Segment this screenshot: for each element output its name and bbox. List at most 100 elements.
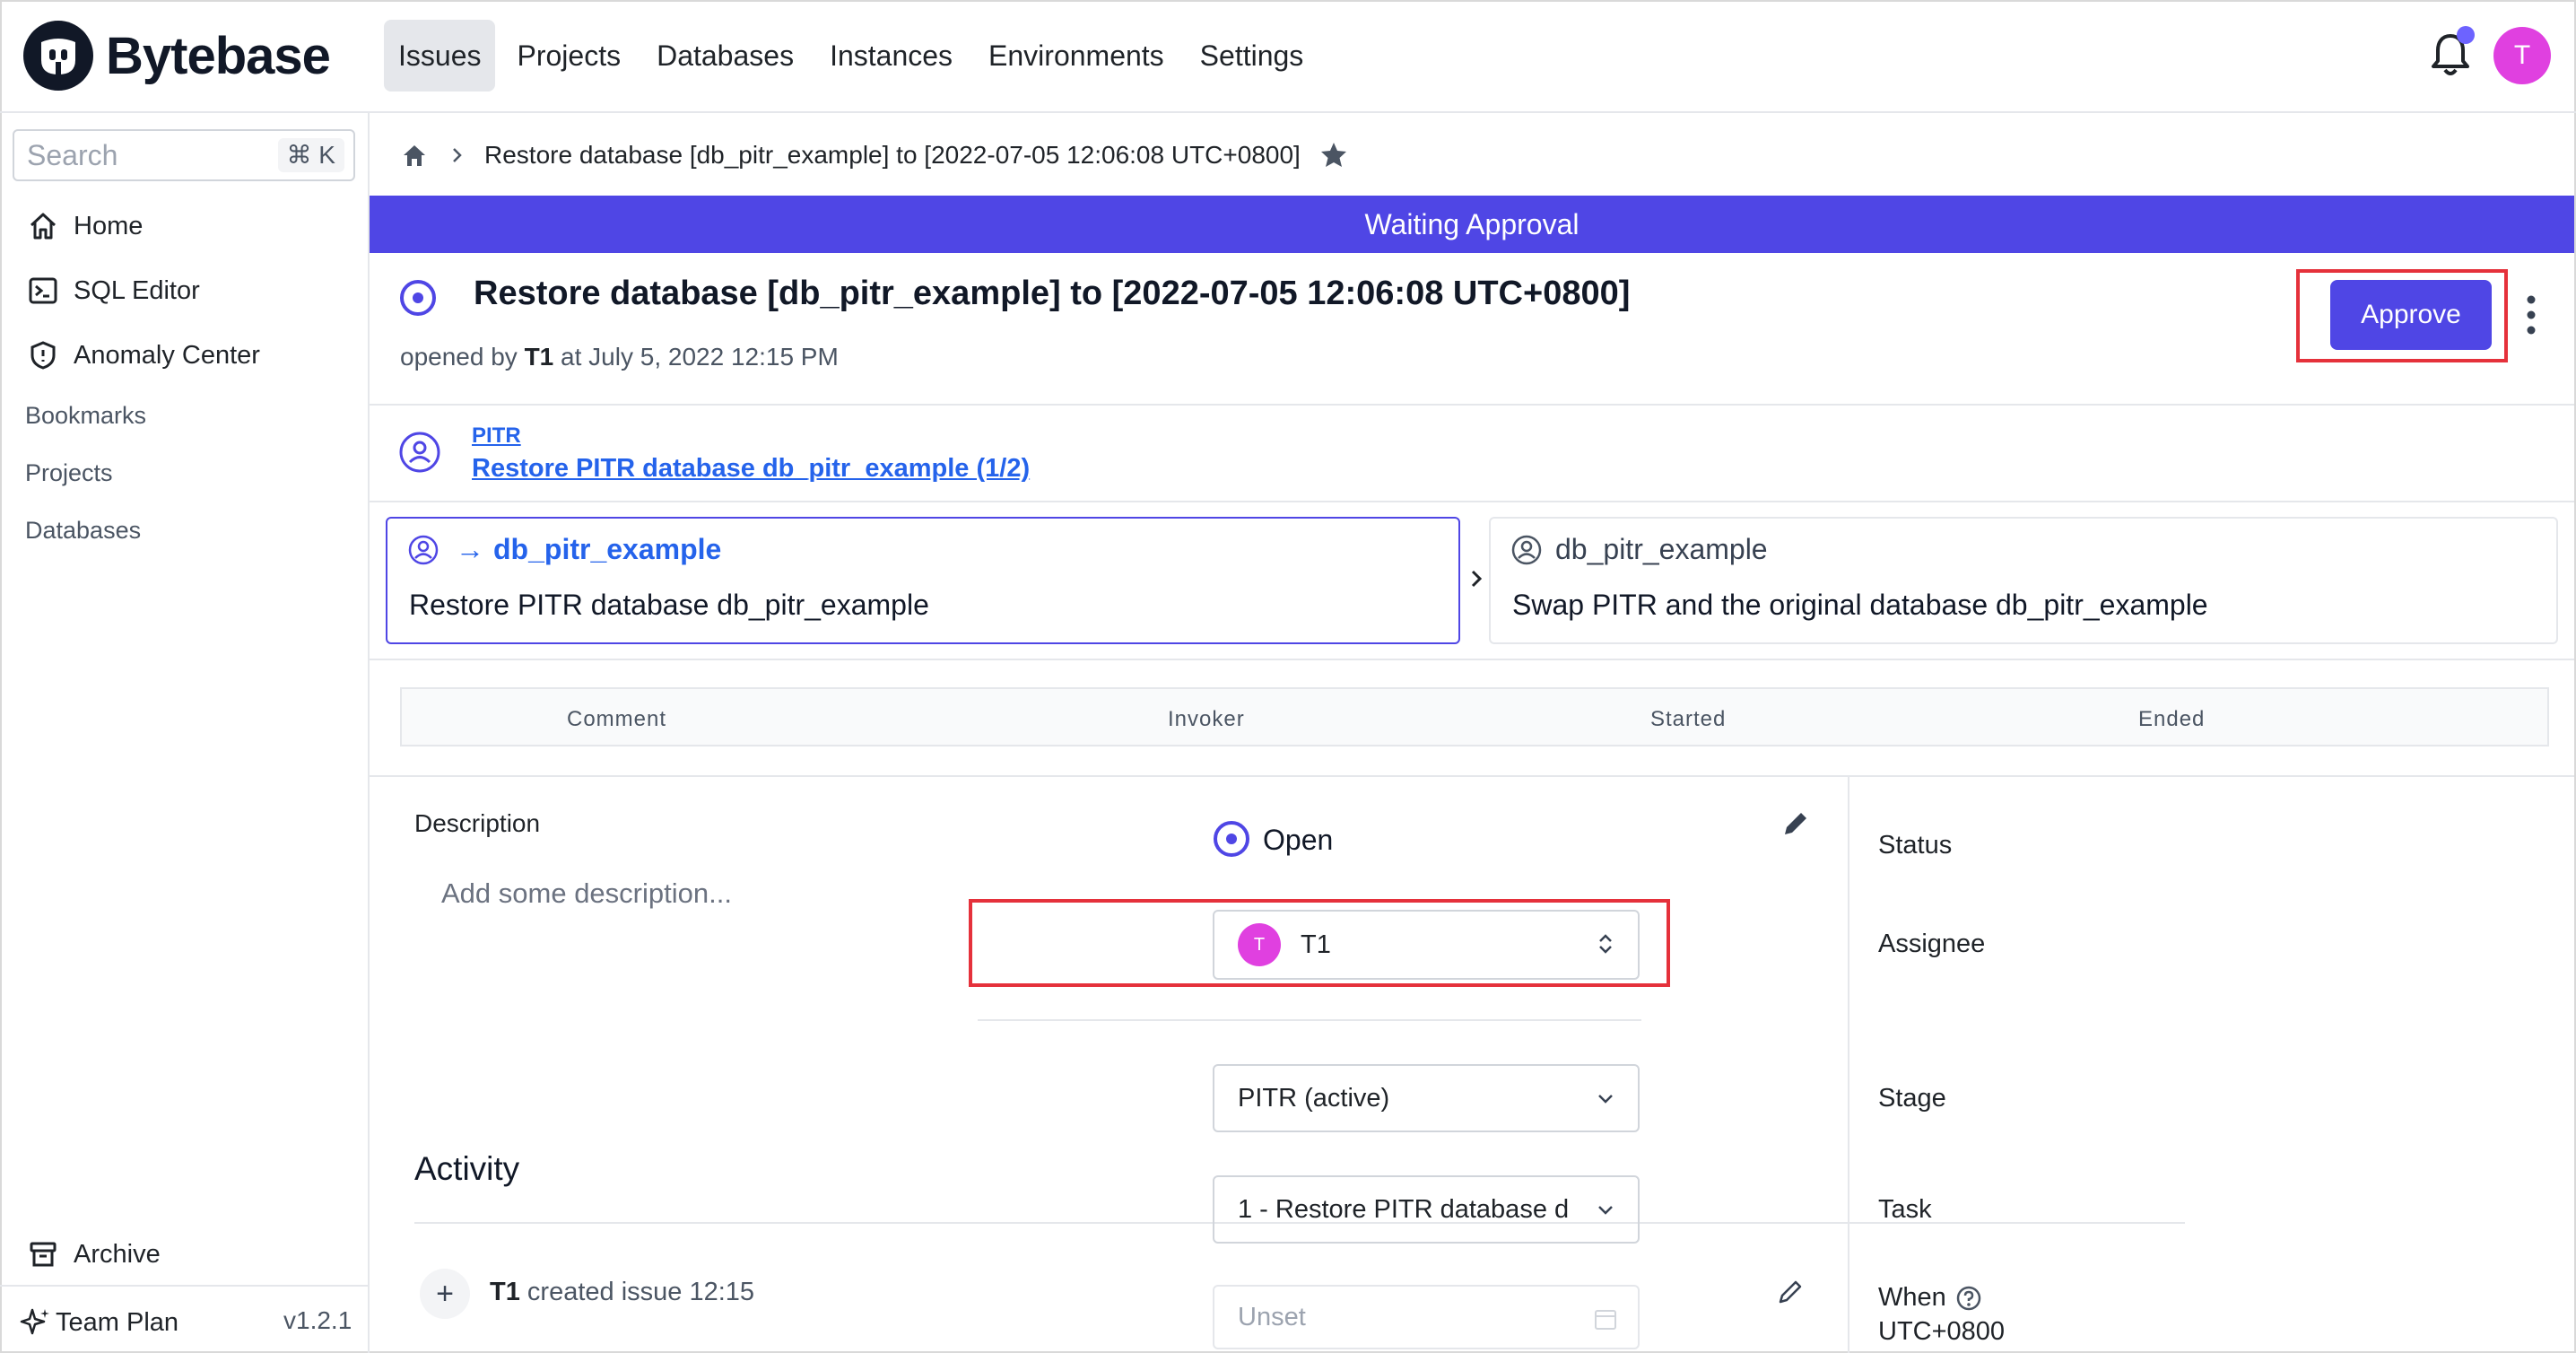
activity-text: created issue 12:15 <box>527 1278 755 1306</box>
calendar-icon <box>1595 1310 1616 1330</box>
nav-instances[interactable]: Instances <box>815 20 967 92</box>
column-invoker: Invoker <box>1168 707 1245 731</box>
sidebar-item-home[interactable]: Home <box>25 208 143 244</box>
version-label: v1.2.1 <box>283 1306 352 1334</box>
sidebar-section-databases[interactable]: Databases <box>25 517 141 545</box>
sidebar-item-label: Home <box>74 211 144 240</box>
shield-icon <box>25 337 61 373</box>
nav-environments[interactable]: Environments <box>974 20 1179 92</box>
approve-button[interactable]: Approve <box>2330 280 2492 350</box>
chevron-right-icon <box>1471 570 1483 588</box>
assignee-avatar: T <box>1238 923 1281 966</box>
activity-plus-icon: + <box>420 1269 470 1319</box>
user-circle-icon <box>408 535 439 564</box>
sidebar-divider <box>0 1285 370 1287</box>
chevron-down-icon <box>1598 1095 1613 1104</box>
breadcrumb-current: Restore database [db_pitr_example] to [2… <box>484 141 1301 169</box>
stage-link[interactable]: PITR <box>472 423 521 449</box>
activity-entry: T1 created issue 12:15 <box>490 1278 754 1307</box>
assignee-select[interactable]: T T1 <box>1213 910 1640 980</box>
user-circle-icon <box>1511 535 1542 564</box>
activity-user[interactable]: T1 <box>490 1278 520 1306</box>
user-avatar[interactable]: T <box>2493 27 2551 84</box>
issue-status-icon <box>400 280 436 316</box>
nav-projects[interactable]: Projects <box>502 20 635 92</box>
task-card-swap[interactable]: db_pitr_example Swap PITR and the origin… <box>1489 517 2558 644</box>
home-icon[interactable] <box>400 141 429 170</box>
when-label-row: When <box>1878 1283 1982 1313</box>
stage-value: PITR (active) <box>1238 1083 1390 1113</box>
when-label: When <box>1878 1283 1946 1312</box>
status-value: Open <box>1263 824 1334 856</box>
header-divider <box>370 404 2574 406</box>
details-divider <box>978 1019 1641 1021</box>
stage-label: Stage <box>1878 1084 1946 1113</box>
task-description: Swap PITR and the original database db_p… <box>1512 589 2208 621</box>
task-description: Restore PITR database db_pitr_example <box>409 589 929 621</box>
activity-title: Activity <box>414 1150 520 1187</box>
sidebar-item-label: Anomaly Center <box>74 340 260 370</box>
task-divider <box>370 659 2574 660</box>
sidebar-item-sql-editor[interactable]: SQL Editor <box>25 273 200 309</box>
main-nav: Issues Projects Databases Instances Envi… <box>384 20 1325 92</box>
waiting-approval-banner: Waiting Approval <box>370 196 2574 253</box>
star-icon[interactable] <box>1318 140 1349 170</box>
search-shortcut: ⌘ K <box>277 138 344 172</box>
issue-author[interactable]: T1 <box>525 343 554 371</box>
issue-title[interactable]: Restore database [db_pitr_example] to [2… <box>474 275 1630 313</box>
description-input[interactable]: Add some description... <box>441 877 732 910</box>
sidebar-item-archive[interactable]: Archive <box>25 1236 161 1272</box>
logo[interactable]: Bytebase <box>23 20 331 92</box>
task-arrow: → <box>456 533 484 565</box>
sparkle-icon <box>20 1308 49 1335</box>
sidebar-item-label: Archive <box>74 1239 161 1269</box>
stage-task-link[interactable]: Restore PITR database db_pitr_example (1… <box>472 454 1030 484</box>
task-run-table-header: Comment Invoker Started Ended <box>400 687 2549 746</box>
when-timezone: UTC+0800 <box>1878 1317 2006 1346</box>
assignee-value: T1 <box>1301 930 1331 959</box>
help-icon[interactable] <box>1955 1285 1982 1312</box>
sidebar-item-anomaly-center[interactable]: Anomaly Center <box>25 337 260 373</box>
sidebar-section-bookmarks[interactable]: Bookmarks <box>25 402 146 430</box>
nav-settings[interactable]: Settings <box>1186 20 1318 92</box>
bytebase-logo-icon <box>23 21 93 91</box>
more-options-icon[interactable] <box>2522 292 2540 337</box>
sidebar: Search ⌘ K Home SQL Editor Anomaly Cente… <box>0 113 370 1353</box>
task-card-restore[interactable]: → db_pitr_example Restore PITR database … <box>386 517 1460 644</box>
issue-opened-by: opened by T1 at July 5, 2022 12:15 PM <box>400 343 839 371</box>
nav-issues[interactable]: Issues <box>384 20 496 92</box>
terminal-icon <box>25 273 61 309</box>
stage-select[interactable]: PITR (active) <box>1213 1064 1640 1132</box>
notification-dot <box>2457 26 2475 44</box>
stage-status-icon <box>399 432 440 473</box>
team-plan-label: Team Plan <box>56 1307 179 1337</box>
nav-databases[interactable]: Databases <box>642 20 808 92</box>
breadcrumb: Restore database [db_pitr_example] to [2… <box>400 140 1349 170</box>
description-label: Description <box>414 809 541 837</box>
column-ended: Ended <box>2138 707 2206 731</box>
task-database: db_pitr_example <box>493 533 722 565</box>
open-status-icon <box>1214 821 1249 857</box>
assignee-label: Assignee <box>1878 930 1986 958</box>
edit-pencil-icon[interactable] <box>1780 807 1812 840</box>
archive-icon <box>25 1236 61 1272</box>
task-label: Task <box>1878 1195 1932 1224</box>
chevron-up-down-icon <box>1599 934 1612 954</box>
column-comment: Comment <box>567 707 667 731</box>
task-head: → db_pitr_example <box>407 533 721 566</box>
status-label: Status <box>1878 831 1953 860</box>
edit-pencil-icon[interactable] <box>1774 1276 1806 1308</box>
main-content: Restore database [db_pitr_example] to [2… <box>370 113 2576 1353</box>
sidebar-item-label: SQL Editor <box>74 275 200 305</box>
task-database: db_pitr_example <box>1555 533 1768 565</box>
when-placeholder: Unset <box>1238 1302 1306 1331</box>
brand-name: Bytebase <box>106 26 331 85</box>
task-select[interactable]: 1 - Restore PITR database db_pitr_exampl… <box>1213 1175 1640 1244</box>
task-value: 1 - Restore PITR database db_pitr_exampl… <box>1238 1194 1570 1224</box>
when-datetime-input[interactable]: Unset <box>1213 1285 1640 1349</box>
search-input[interactable]: Search ⌘ K <box>13 129 355 181</box>
details-panel: Status Assignee Stage Task When UTC+0800 <box>1848 775 2576 1353</box>
team-plan[interactable]: Team Plan <box>20 1306 178 1339</box>
top-navigation: Bytebase Issues Projects Databases Insta… <box>0 0 2576 113</box>
sidebar-section-projects[interactable]: Projects <box>25 459 113 487</box>
